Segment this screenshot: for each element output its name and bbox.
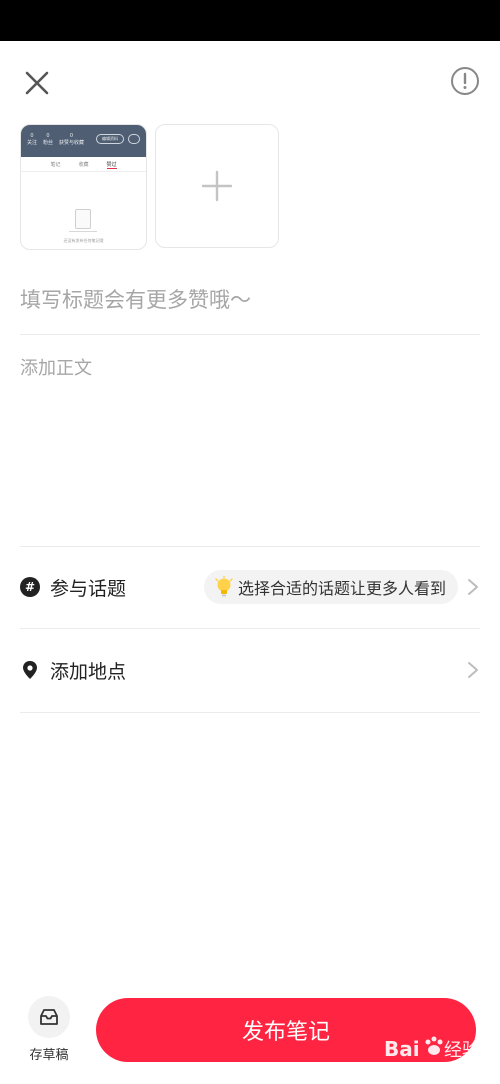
thumbnail-edit-profile: 编辑资料 [96,134,124,144]
thumbnail-tabs: 笔记 收藏 赞过 [21,161,146,169]
draft-icon-wrap [28,996,70,1038]
location-pin-icon [23,661,37,679]
divider [20,712,480,713]
thumbnail-gear-icon [128,134,140,144]
topic-suggestion-pill[interactable]: 选择合适的话题让更多人看到 [203,570,458,604]
thumbnail-underline [69,231,97,232]
body-input[interactable] [20,354,480,534]
info-button[interactable] [450,66,480,96]
topic-label: 参与话题 [50,577,127,600]
media-row: 0 关注 0 粉丝 0 获赞与收藏 编辑资料 笔记 收藏 赞过 还没有发布任何笔记哦 [20,124,279,250]
location-row[interactable]: 添加地点 [20,629,480,711]
thumbnail-tab: 收藏 [78,162,89,168]
save-draft-label: 存草稿 [29,1048,69,1063]
add-media-button[interactable] [155,124,279,248]
thumbnail-empty-caption: 还没有发布任何笔记哦 [63,238,104,243]
thumbnail-tab: 笔记 [50,162,61,168]
title-input[interactable] [20,278,480,322]
topic-row[interactable]: # 参与话题 选择合适的话题让更多人看到 [20,546,480,628]
close-button[interactable] [20,66,54,100]
image-thumbnail[interactable]: 0 关注 0 粉丝 0 获赞与收藏 编辑资料 笔记 收藏 赞过 还没有发布任何笔记哦 [20,124,147,250]
status-bar [0,0,500,41]
thumbnail-stat: 0 粉丝 [43,133,54,146]
topic-suggestion-text: 选择合适的话题让更多人看到 [237,579,446,598]
thumbnail-tab-active: 赞过 [106,162,117,169]
inbox-icon [40,1009,58,1025]
thumbnail-stat: 0 关注 [27,133,38,146]
divider [20,334,480,335]
save-draft-button[interactable]: 存草稿 [22,996,76,1066]
info-icon [451,67,479,95]
thumbnail-document-icon [75,209,91,229]
location-label: 添加地点 [50,660,127,683]
hashtag-icon: # [20,577,40,597]
chevron-right-icon [468,662,478,678]
thumbnail-stat: 0 获赞与收藏 [59,133,85,146]
lightbulb-icon [215,576,233,597]
thumbnail-divider [21,171,146,172]
plus-icon [201,170,233,202]
close-icon [25,71,49,95]
publish-note-button[interactable]: 发布笔记 [96,998,476,1062]
chevron-right-icon [468,579,478,595]
